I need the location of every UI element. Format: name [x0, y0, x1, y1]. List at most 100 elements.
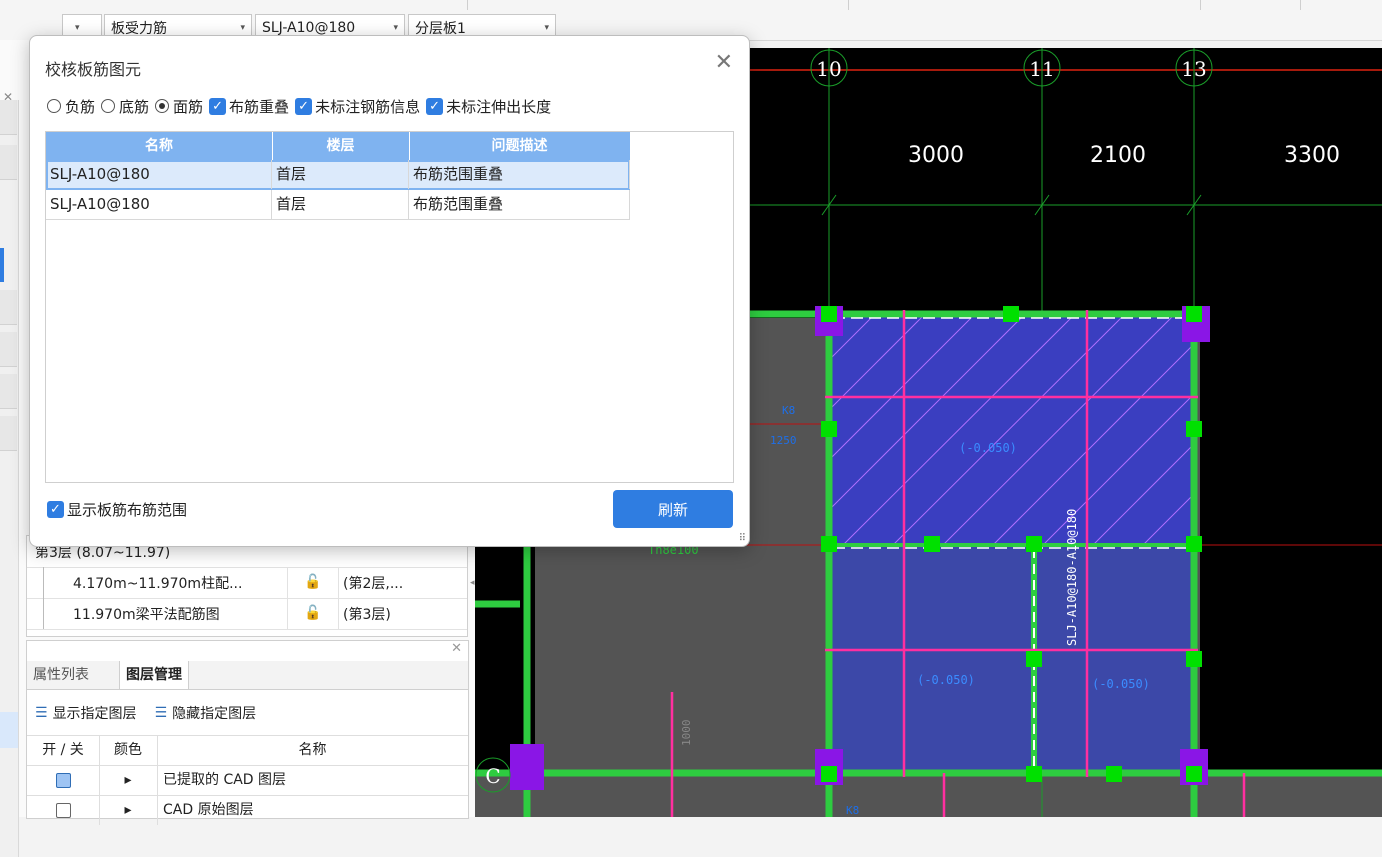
dimension-text: 3000: [908, 143, 964, 168]
nav-item[interactable]: [0, 100, 17, 135]
resize-grip-icon[interactable]: ⠿: [739, 533, 746, 544]
dimension-text: 2100: [1090, 143, 1146, 168]
checkbox-off-icon[interactable]: [55, 802, 71, 818]
slab-bottom[interactable]: [829, 545, 1194, 773]
rebar-label: SLJ-A10@180-A10@180: [1065, 509, 1079, 646]
elevation-label: (-0.050): [1092, 677, 1150, 691]
checkbox-checked-icon[interactable]: ✓: [47, 501, 64, 518]
cell-description: 布筋范围重叠: [409, 160, 630, 189]
drawing-floors: (第2层,...: [343, 576, 404, 592]
nav-item[interactable]: [0, 374, 17, 409]
radio-top-rebar[interactable]: 面筋: [155, 96, 203, 117]
nav-strip: [0, 100, 19, 857]
hide-layer-button[interactable]: ☰ 隐藏指定图层: [155, 703, 257, 723]
check-missing-info[interactable]: ✓ 未标注钢筋信息: [295, 96, 420, 117]
checkbox-checked-icon[interactable]: ✓: [209, 97, 227, 115]
nav-active-indicator: [0, 248, 4, 282]
dialog-title: 校核板筋图元: [45, 60, 142, 79]
check-overlap[interactable]: ✓ 布筋重叠: [209, 96, 289, 117]
radio-label: 负筋: [65, 97, 96, 116]
radio-negative-rebar[interactable]: 负筋: [47, 96, 95, 117]
column-header-color: 颜色: [99, 736, 158, 765]
tab-properties[interactable]: 属性列表: [27, 661, 95, 689]
chevron-down-icon: ▾: [544, 22, 549, 33]
column-header-onoff: 开 / 关: [27, 736, 100, 765]
layer-table-header: 开 / 关 颜色 名称: [27, 735, 468, 765]
toolbar-separator: [1200, 0, 1201, 10]
cell-name: SLJ-A10@180: [46, 190, 272, 219]
hide-layer-label: 隐藏指定图层: [172, 706, 257, 722]
drawing-list-panel: 第3层 (8.07~11.97) 4.170m~11.970m柱配... 🔓 (…: [26, 535, 468, 637]
elevation-label: (-0.050): [917, 673, 975, 687]
drawing-floors: (第3层): [343, 607, 391, 623]
show-layer-button[interactable]: ☰ 显示指定图层: [35, 703, 137, 723]
table-row[interactable]: SLJ-A10@180 首层 布筋范围重叠: [46, 160, 630, 190]
column-header-description[interactable]: 问题描述: [409, 132, 631, 160]
radio-on-icon[interactable]: [155, 99, 170, 113]
drawing-row[interactable]: 4.170m~11.970m柱配... 🔓 (第2层,...: [27, 567, 467, 599]
lock-icon[interactable]: 🔓: [287, 598, 339, 629]
lock-icon[interactable]: 🔓: [287, 567, 339, 598]
cell-floor: 首层: [272, 160, 409, 189]
drawing-name: 4.170m~11.970m柱配...: [73, 576, 243, 592]
layer-panel: ✕ 属性列表 图层管理 ☰ 显示指定图层 ☰ 隐藏指定图层 开 / 关 颜色 名…: [26, 640, 469, 825]
layer-toggle[interactable]: [27, 796, 100, 825]
show-layer-label: 显示指定图层: [52, 706, 137, 722]
toolbar-separator: [848, 0, 849, 10]
layers-hide-icon: ☰: [154, 705, 168, 721]
layer-row[interactable]: ▸ CAD 原始图层: [27, 795, 468, 825]
expand-icon[interactable]: ▸: [99, 796, 158, 825]
radio-label: 面筋: [173, 97, 204, 116]
nav-item[interactable]: [0, 145, 17, 180]
drawing-row[interactable]: 11.970m梁平法配筋图 🔓 (第3层): [27, 598, 467, 630]
checkbox-on-icon[interactable]: [55, 772, 71, 788]
layer-toggle[interactable]: [27, 766, 100, 795]
radio-off-icon[interactable]: [101, 99, 116, 113]
check-missing-length[interactable]: ✓ 未标注伸出长度: [426, 96, 551, 117]
nav-item[interactable]: [0, 416, 17, 451]
toolbar-separator: [467, 0, 468, 10]
layer-actions: ☰ 显示指定图层 ☰ 隐藏指定图层: [27, 691, 468, 735]
results-table: 名称 楼层 问题描述 SLJ-A10@180 首层 布筋范围重叠 SLJ-A10…: [45, 131, 734, 483]
chevron-down-icon: ▾: [240, 22, 245, 33]
checkbox-label: 布筋重叠: [229, 97, 290, 116]
nav-item[interactable]: [0, 332, 17, 367]
small-label: K8: [846, 804, 859, 817]
cell-floor: 首层: [272, 190, 409, 219]
small-label: 1000: [680, 720, 693, 747]
tree-line: [43, 598, 44, 629]
cell-description: 布筋范围重叠: [409, 190, 630, 219]
nav-item-selected[interactable]: [0, 712, 18, 748]
column-header-name[interactable]: 名称: [46, 132, 273, 160]
refresh-button[interactable]: 刷新: [613, 490, 733, 528]
layer-row[interactable]: ▸ 已提取的 CAD 图层: [27, 765, 468, 795]
column-header-floor[interactable]: 楼层: [272, 132, 410, 160]
radio-off-icon[interactable]: [47, 99, 61, 113]
close-icon[interactable]: ✕: [715, 50, 733, 75]
show-range-checkbox[interactable]: ✓ 显示板筋布筋范围: [47, 499, 187, 520]
axis-label: 11: [1029, 57, 1054, 81]
checkbox-label: 未标注钢筋信息: [315, 97, 421, 116]
radio-bottom-rebar[interactable]: 底筋: [101, 96, 149, 117]
table-header: 名称 楼层 问题描述: [46, 132, 631, 160]
column-header-name: 名称: [298, 742, 327, 758]
nav-item[interactable]: [0, 290, 17, 325]
check-slab-rebar-dialog: 校核板筋图元 ✕ 负筋 底筋 面筋 ✓ 布筋重叠 ✓ 未标注钢筋信息 ✓ 未标注…: [29, 35, 750, 547]
dropdown-value: SLJ-A10@180: [262, 19, 356, 36]
chevron-down-icon: ▾: [393, 22, 398, 33]
table-row[interactable]: SLJ-A10@180 首层 布筋范围重叠: [46, 190, 630, 220]
slab-top[interactable]: [829, 314, 1194, 544]
expand-icon[interactable]: ▸: [99, 766, 158, 795]
checkbox-checked-icon[interactable]: ✓: [426, 97, 444, 115]
small-label: 1250: [770, 434, 797, 447]
layer-table: 开 / 关 颜色 名称 ▸ 已提取的 CAD 图层 ▸ CAD 原始图层: [27, 735, 468, 825]
tab-layer-management[interactable]: 图层管理: [119, 661, 189, 689]
column[interactable]: [510, 744, 544, 790]
checkbox-checked-icon[interactable]: ✓: [295, 97, 313, 115]
small-label: K8: [782, 404, 795, 417]
layers-show-icon: ☰: [35, 705, 48, 721]
filter-options: 负筋 底筋 面筋 ✓ 布筋重叠 ✓ 未标注钢筋信息 ✓ 未标注伸出长度: [47, 94, 557, 118]
radio-label: 底筋: [119, 97, 150, 116]
close-icon[interactable]: ✕: [451, 641, 462, 656]
layer-name: 已提取的 CAD 图层: [163, 772, 287, 788]
